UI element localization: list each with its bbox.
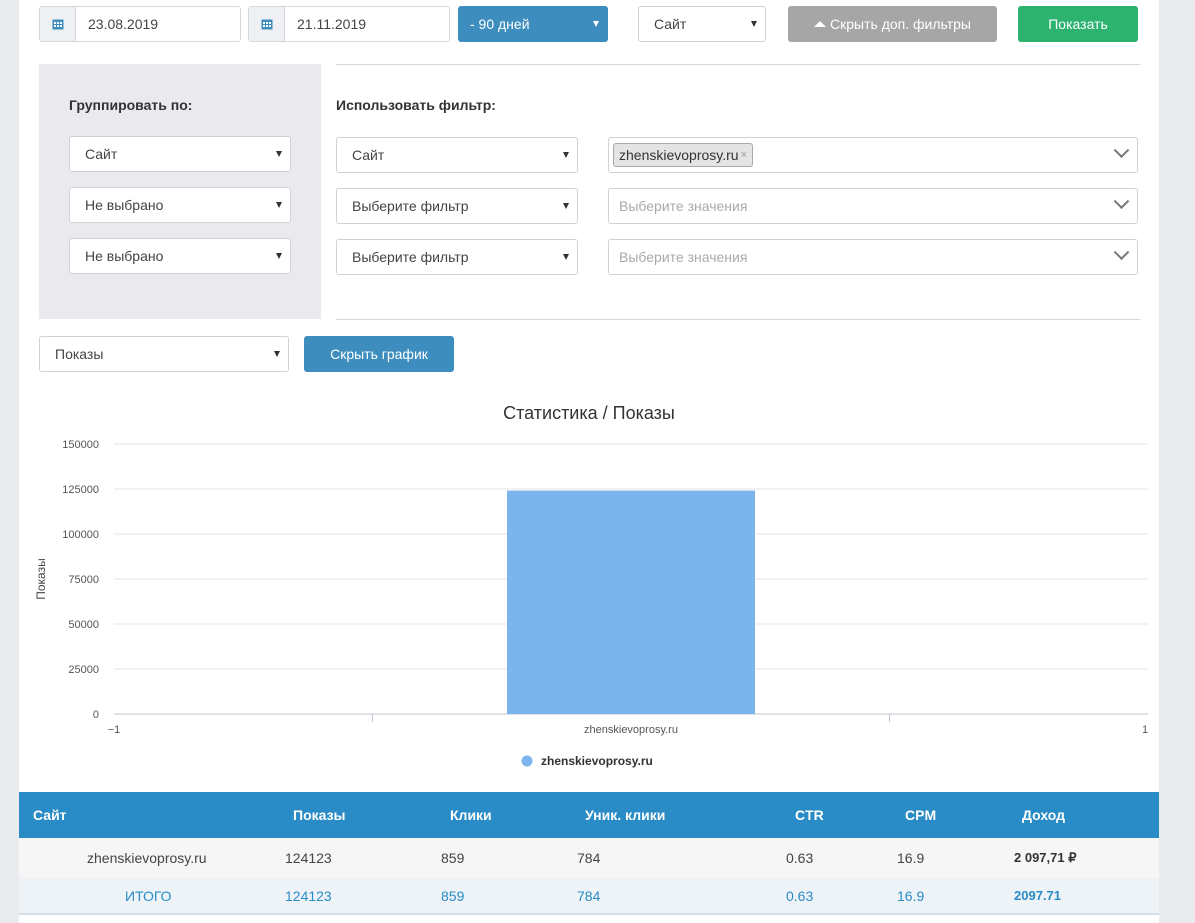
scope-select[interactable]: Сайт — [638, 6, 766, 42]
y-tick-label: 100000 — [62, 529, 99, 541]
chart-title: Статистика / Показы — [503, 403, 675, 423]
caret-down-icon — [276, 151, 282, 157]
total-unique-clicks: 784 — [577, 888, 601, 904]
column-header-clicks[interactable]: Клики — [450, 807, 492, 823]
filter-value-tag-label: zhenskievoprosy.ru — [619, 147, 739, 163]
date-from-field[interactable]: 23.08.2019 — [39, 6, 241, 42]
table-row: zhenskievoprosy.ru 124123 859 784 0.63 1… — [19, 838, 1159, 878]
filter-values-select-2[interactable]: Выберите значения — [608, 188, 1138, 224]
legend-label: zhenskievoprosy.ru — [541, 754, 653, 768]
caret-down-icon — [563, 254, 569, 260]
group-by-select-value: Не выбрано — [85, 197, 164, 213]
filter-values-select-3[interactable]: Выберите значения — [608, 239, 1138, 275]
chevron-down-icon — [1113, 142, 1130, 159]
chevron-down-icon — [1113, 244, 1130, 261]
filter-field-value: Сайт — [352, 147, 385, 163]
period-select-value: - 90 дней — [470, 16, 530, 32]
column-header-ctr[interactable]: CTR — [795, 807, 824, 823]
caret-down-icon — [563, 152, 569, 158]
caret-down-icon — [276, 202, 282, 208]
metric-select[interactable]: Показы — [39, 336, 289, 372]
filters-title: Использовать фильтр: — [336, 97, 496, 113]
cell-ctr: 0.63 — [786, 850, 814, 866]
column-header-site[interactable]: Сайт — [33, 807, 67, 823]
y-tick-label: 150000 — [62, 439, 99, 451]
caret-down-icon — [593, 21, 599, 27]
show-button[interactable]: Показать — [1018, 6, 1138, 42]
total-clicks: 859 — [441, 888, 465, 904]
y-tick-label: 25000 — [68, 664, 99, 676]
chevron-down-icon — [1113, 193, 1130, 210]
total-revenue: 2097.71 — [1014, 888, 1061, 903]
x-tick-label: 1 — [1142, 724, 1148, 736]
legend-marker — [521, 755, 533, 767]
hide-chart-label: Скрыть график — [330, 346, 428, 362]
cell-cpm: 16.9 — [897, 850, 925, 866]
x-tick-label: −1 — [108, 724, 121, 736]
column-header-impressions[interactable]: Показы — [293, 807, 346, 823]
total-impressions: 124123 — [285, 888, 332, 904]
calendar-icon[interactable] — [249, 7, 285, 41]
group-by-select-3[interactable]: Не выбрано — [69, 238, 291, 274]
group-by-select-1[interactable]: Сайт — [69, 136, 291, 172]
metric-select-value: Показы — [55, 346, 104, 362]
filter-field-select-2[interactable]: Выберите фильтр — [336, 188, 578, 224]
y-tick-label: 75000 — [68, 574, 99, 586]
filter-values-placeholder: Выберите значения — [619, 249, 748, 265]
divider — [336, 319, 1140, 320]
column-header-unique-clicks[interactable]: Уник. клики — [585, 807, 665, 823]
y-axis-label: Показы — [34, 558, 48, 599]
filter-field-value: Выберите фильтр — [352, 249, 469, 265]
period-select[interactable]: - 90 дней — [458, 6, 608, 42]
cell-site: zhenskievoprosy.ru — [87, 850, 207, 866]
table-header: Сайт Показы Клики Уник. клики CTR CPM До… — [19, 792, 1159, 838]
show-button-label: Показать — [1048, 16, 1108, 32]
cell-revenue: 2 097,71 ₽ — [1014, 850, 1077, 865]
caret-down-icon — [751, 21, 757, 27]
group-by-select-2[interactable]: Не выбрано — [69, 187, 291, 223]
remove-tag-icon[interactable]: × — [741, 149, 747, 161]
column-header-cpm[interactable]: CPM — [905, 807, 936, 823]
group-by-select-value: Не выбрано — [85, 248, 164, 264]
total-cpm: 16.9 — [897, 888, 925, 904]
hide-filters-button[interactable]: Скрыть доп. фильтры — [788, 6, 997, 42]
bar — [507, 490, 755, 714]
filter-field-select-1[interactable]: Сайт — [336, 137, 578, 173]
cell-impressions: 124123 — [285, 850, 332, 866]
filter-value-tag: zhenskievoprosy.ru × — [613, 143, 754, 167]
group-by-select-value: Сайт — [85, 146, 118, 162]
y-tick-label: 0 — [93, 709, 99, 721]
date-from-value: 23.08.2019 — [88, 16, 159, 32]
caret-up-icon — [814, 21, 827, 27]
filter-field-value: Выберите фильтр — [352, 198, 469, 214]
cell-unique-clicks: 784 — [577, 850, 601, 866]
cell-clicks: 859 — [441, 850, 465, 866]
filter-values-placeholder: Выберите значения — [619, 198, 748, 214]
hide-chart-button[interactable]: Скрыть график — [304, 336, 454, 372]
column-header-revenue[interactable]: Доход — [1022, 807, 1065, 823]
calendar-icon[interactable] — [40, 7, 76, 41]
caret-down-icon — [274, 351, 280, 357]
total-label: ИТОГО — [125, 888, 172, 904]
caret-down-icon — [563, 203, 569, 209]
scope-select-value: Сайт — [654, 16, 687, 32]
divider — [336, 64, 1140, 65]
filter-field-select-3[interactable]: Выберите фильтр — [336, 239, 578, 275]
hide-filters-label: Скрыть доп. фильтры — [830, 16, 971, 32]
caret-down-icon — [276, 253, 282, 259]
total-ctr: 0.63 — [786, 888, 814, 904]
bar-chart: 0 25000 50000 75000 100000 125000 150000 −1 1 zhe… — [34, 439, 1148, 768]
y-tick-label: 50000 — [68, 619, 99, 631]
date-to-value: 21.11.2019 — [297, 16, 367, 32]
filter-values-select-1[interactable]: zhenskievoprosy.ru × — [608, 137, 1138, 173]
y-tick-label: 125000 — [62, 484, 99, 496]
table-total-row: ИТОГО 124123 859 784 0.63 16.9 2097.71 — [19, 878, 1159, 915]
date-to-field[interactable]: 21.11.2019 — [248, 6, 450, 42]
x-tick-label: zhenskievoprosy.ru — [584, 724, 678, 736]
group-by-title: Группировать по: — [69, 97, 193, 113]
